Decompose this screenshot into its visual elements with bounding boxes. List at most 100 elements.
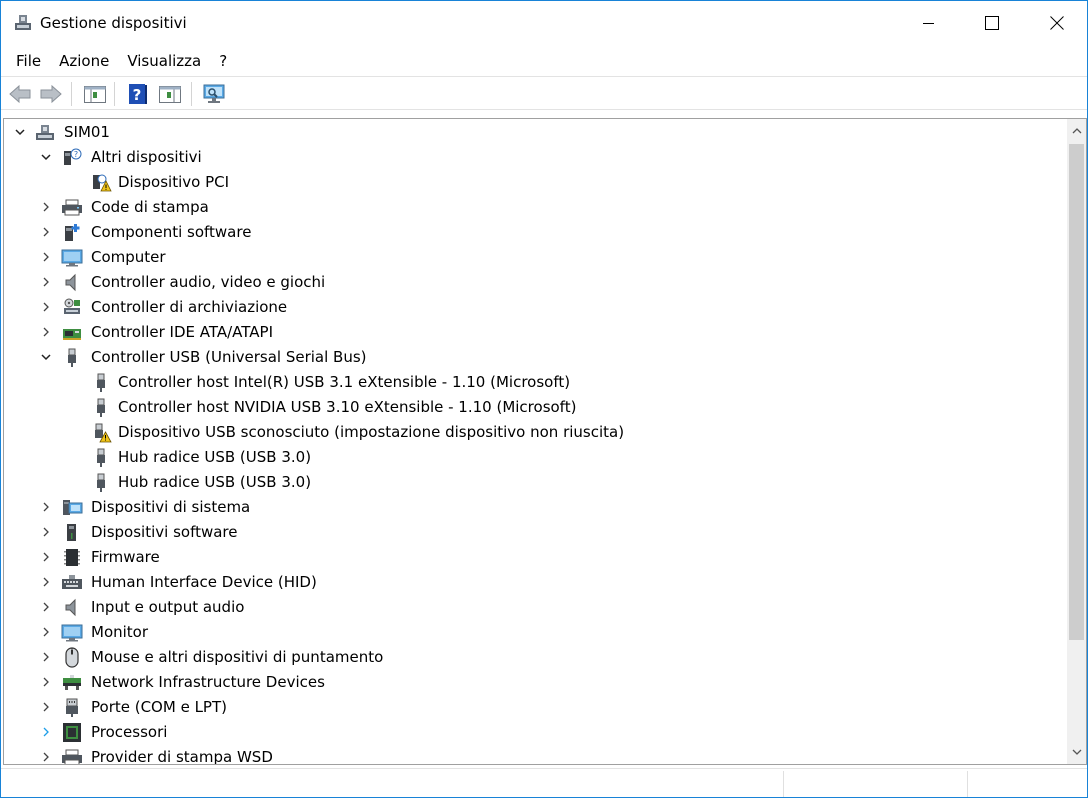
- minimize-button[interactable]: [896, 1, 962, 45]
- usb-icon: [97, 398, 105, 417]
- chevron-right-icon[interactable]: [39, 525, 53, 539]
- tree-item-altri-dispositivi[interactable]: ? Altri dispositivi: [4, 145, 1066, 170]
- chevron-right-icon[interactable]: [39, 725, 53, 739]
- vertical-scrollbar[interactable]: [1067, 119, 1086, 764]
- tree-root-label: SIM01: [64, 123, 110, 141]
- tree-item-label: Code di stampa: [91, 198, 209, 216]
- tree-item-label: Monitor: [91, 623, 149, 641]
- chevron-down-icon[interactable]: [13, 125, 27, 139]
- tree-item-controller-usb[interactable]: Controller USB (Universal Serial Bus): [4, 345, 1066, 370]
- tree-item-label: Dispositivi software: [91, 523, 238, 541]
- tree-item-mouse[interactable]: Mouse e altri dispositivi di puntamento: [4, 645, 1066, 670]
- back-arrow-icon[interactable]: [8, 82, 32, 106]
- tree-item-label: Dispositivo USB sconosciuto (impostazion…: [118, 423, 625, 441]
- chevron-right-icon[interactable]: [39, 225, 53, 239]
- scrollbar-thumb[interactable]: [1069, 144, 1084, 640]
- unknown-device-icon: ?: [64, 148, 82, 165]
- forward-arrow-icon[interactable]: [39, 82, 63, 106]
- chevron-right-icon[interactable]: [39, 650, 53, 664]
- tree-item-controller-audio[interactable]: Controller audio, video e giochi: [4, 270, 1066, 295]
- tree-item-dispositivi-sistema[interactable]: Dispositivi di sistema: [4, 495, 1066, 520]
- chevron-right-icon[interactable]: [39, 300, 53, 314]
- tree-item-usb-child[interactable]: Controller host NVIDIA USB 3.10 eXtensib…: [4, 395, 1066, 420]
- tree-item-controller-archiviazione[interactable]: Controller di archiviazione: [4, 295, 1066, 320]
- chevron-right-icon[interactable]: [39, 575, 53, 589]
- tree-item-label: Controller audio, video e giochi: [91, 273, 326, 291]
- tree-item-monitor[interactable]: Monitor: [4, 620, 1066, 645]
- chevron-right-icon[interactable]: [39, 600, 53, 614]
- device-tree[interactable]: SIM01 ? Altri dispositivi Dispositivo PC…: [4, 119, 1066, 764]
- properties-icon[interactable]: [158, 82, 182, 106]
- tree-item-network-infrastructure[interactable]: Network Infrastructure Devices: [4, 670, 1066, 695]
- tree-item-label: Mouse e altri dispositivi di puntamento: [91, 648, 384, 666]
- tree-item-label: Controller host NVIDIA USB 3.10 eXtensib…: [118, 398, 577, 416]
- tree-item-provider-stampa-wsd[interactable]: Provider di stampa WSD: [4, 745, 1066, 764]
- tree-item-firmware[interactable]: Firmware: [4, 545, 1066, 570]
- software-device-icon: [67, 524, 76, 541]
- tree-item-controller-ide[interactable]: Controller IDE ATA/ATAPI: [4, 320, 1066, 345]
- chevron-right-icon[interactable]: [39, 625, 53, 639]
- chevron-right-icon[interactable]: [39, 750, 53, 764]
- chevron-right-icon[interactable]: [39, 200, 53, 214]
- tree-item-label: Human Interface Device (HID): [91, 573, 317, 591]
- chevron-right-icon[interactable]: [39, 700, 53, 714]
- printer-icon: [62, 199, 82, 216]
- tree-item-porte[interactable]: Porte (COM e LPT): [4, 695, 1066, 720]
- menu-visualizza[interactable]: Visualizza: [118, 48, 210, 74]
- scroll-down-arrow-icon[interactable]: [1067, 740, 1086, 764]
- tree-item-input-output-audio[interactable]: Input e output audio: [4, 595, 1066, 620]
- toolbar: ?: [1, 76, 1087, 110]
- tree-item-usb-child[interactable]: Hub radice USB (USB 3.0): [4, 470, 1066, 495]
- tree-item-usb-child[interactable]: Dispositivo USB sconosciuto (impostazion…: [4, 420, 1066, 445]
- title-bar[interactable]: Gestione dispositivi: [1, 1, 1087, 45]
- tree-item-label: Dispositivo PCI: [118, 173, 230, 191]
- device-manager-app-icon: [13, 13, 33, 33]
- chevron-right-icon[interactable]: [39, 275, 53, 289]
- usb-icon: [97, 373, 105, 392]
- tree-item-label: Network Infrastructure Devices: [91, 673, 325, 691]
- chevron-down-icon[interactable]: [39, 350, 53, 364]
- help-icon[interactable]: ?: [126, 82, 150, 106]
- scroll-up-arrow-icon[interactable]: [1067, 119, 1086, 143]
- chevron-right-icon[interactable]: [39, 675, 53, 689]
- window-title: Gestione dispositivi: [40, 14, 187, 32]
- tree-item-hid[interactable]: Human Interface Device (HID): [4, 570, 1066, 595]
- show-hide-console-tree-icon[interactable]: [83, 82, 107, 106]
- maximize-button[interactable]: [959, 1, 1025, 45]
- menu-azione[interactable]: Azione: [50, 48, 118, 74]
- chevron-right-icon[interactable]: [39, 250, 53, 264]
- usb-icon: [68, 348, 76, 367]
- menu-file[interactable]: File: [7, 48, 50, 74]
- menu-bar: File Azione Visualizza ?: [1, 47, 1087, 75]
- tree-item-usb-child[interactable]: Hub radice USB (USB 3.0): [4, 445, 1066, 470]
- menu-help[interactable]: ?: [210, 48, 236, 74]
- wsd-print-icon: [62, 749, 82, 764]
- tree-item-label: Controller USB (Universal Serial Bus): [91, 348, 367, 366]
- tree-item-label: Provider di stampa WSD: [91, 748, 273, 764]
- tree-item-code-di-stampa[interactable]: Code di stampa: [4, 195, 1066, 220]
- tree-item-computer[interactable]: Computer: [4, 245, 1066, 270]
- close-button[interactable]: [1024, 1, 1088, 45]
- system-devices-icon: [63, 500, 83, 515]
- tree-item-dispositivi-software[interactable]: Dispositivi software: [4, 520, 1066, 545]
- tree-item-label: Controller host Intel(R) USB 3.1 eXtensi…: [118, 373, 571, 391]
- tree-item-usb-child[interactable]: Controller host Intel(R) USB 3.1 eXtensi…: [4, 370, 1066, 395]
- tree-item-label: Hub radice USB (USB 3.0): [118, 448, 312, 466]
- software-component-icon: [65, 224, 80, 241]
- tree-item-dispositivo-pci[interactable]: Dispositivo PCI: [4, 170, 1066, 195]
- chevron-right-icon[interactable]: [39, 500, 53, 514]
- scan-hardware-changes-icon[interactable]: [202, 82, 226, 106]
- usb-warning-icon: [95, 423, 112, 443]
- storage-controller-icon: [64, 298, 80, 314]
- network-infrastructure-icon: [63, 675, 81, 690]
- tree-item-processori[interactable]: Processori: [4, 720, 1066, 745]
- chevron-down-icon[interactable]: [39, 150, 53, 164]
- tree-item-componenti-software[interactable]: Componenti software: [4, 220, 1066, 245]
- tree-item-label: Controller IDE ATA/ATAPI: [91, 323, 274, 341]
- warning-device-icon: [93, 174, 112, 192]
- tree-root-row[interactable]: SIM01: [4, 120, 1066, 145]
- processor-icon: [63, 723, 81, 742]
- chevron-right-icon[interactable]: [39, 550, 53, 564]
- chevron-right-icon[interactable]: [39, 325, 53, 339]
- firmware-icon: [64, 549, 80, 566]
